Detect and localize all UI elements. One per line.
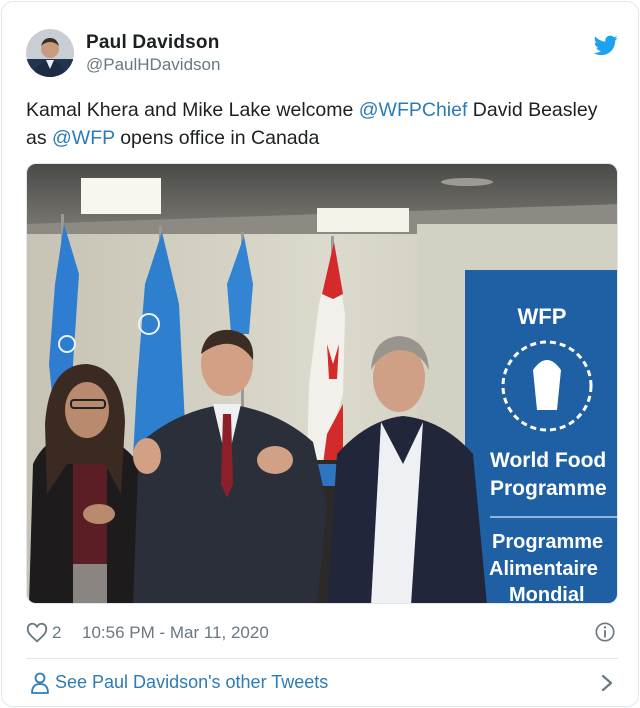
tweet-text-segment: opens office in Canada — [114, 127, 320, 149]
banner-line: Alimentaire — [489, 558, 598, 580]
twitter-bird-icon[interactable] — [594, 33, 618, 57]
banner-acronym: WFP — [518, 304, 567, 329]
tweet-header: Paul Davidson @PaulHDavidson — [26, 29, 618, 77]
divider — [26, 658, 618, 659]
banner-line: Mondial — [509, 584, 585, 604]
tweet-photo[interactable]: WFP World Food Programme Programme Alime… — [26, 163, 618, 604]
author-handle[interactable]: @PaulHDavidson — [86, 55, 220, 75]
author-name[interactable]: Paul Davidson — [86, 32, 220, 54]
mention-wfpchief-link[interactable]: @WFPChief — [359, 99, 468, 121]
mention-wfp-link[interactable]: @WFP — [52, 127, 115, 149]
like-count[interactable]: 2 — [52, 623, 61, 643]
info-icon[interactable] — [594, 621, 616, 643]
chevron-right-icon — [601, 674, 613, 692]
embedded-tweet-card: Paul Davidson @PaulHDavidson Kamal Khera… — [1, 1, 639, 707]
banner-line: World Food — [490, 449, 606, 472]
heart-icon[interactable] — [26, 622, 48, 644]
timestamp-link[interactable]: 10:56 PM - Mar 11, 2020 — [82, 623, 269, 643]
banner-line: Programme — [492, 531, 603, 553]
see-other-tweets-link[interactable]: See Paul Davidson's other Tweets — [26, 668, 618, 698]
tweet-text-segment: Kamal Khera and Mike Lake welcome — [26, 99, 359, 121]
tweet-meta: 2 10:56 PM - Mar 11, 2020 — [26, 620, 618, 646]
avatar[interactable] — [26, 29, 74, 77]
see-other-tweets-label: See Paul Davidson's other Tweets — [55, 672, 329, 692]
person-icon — [31, 672, 49, 694]
banner-line: Programme — [490, 477, 607, 500]
tweet-text: Kamal Khera and Mike Lake welcome @WFPCh… — [26, 96, 616, 152]
